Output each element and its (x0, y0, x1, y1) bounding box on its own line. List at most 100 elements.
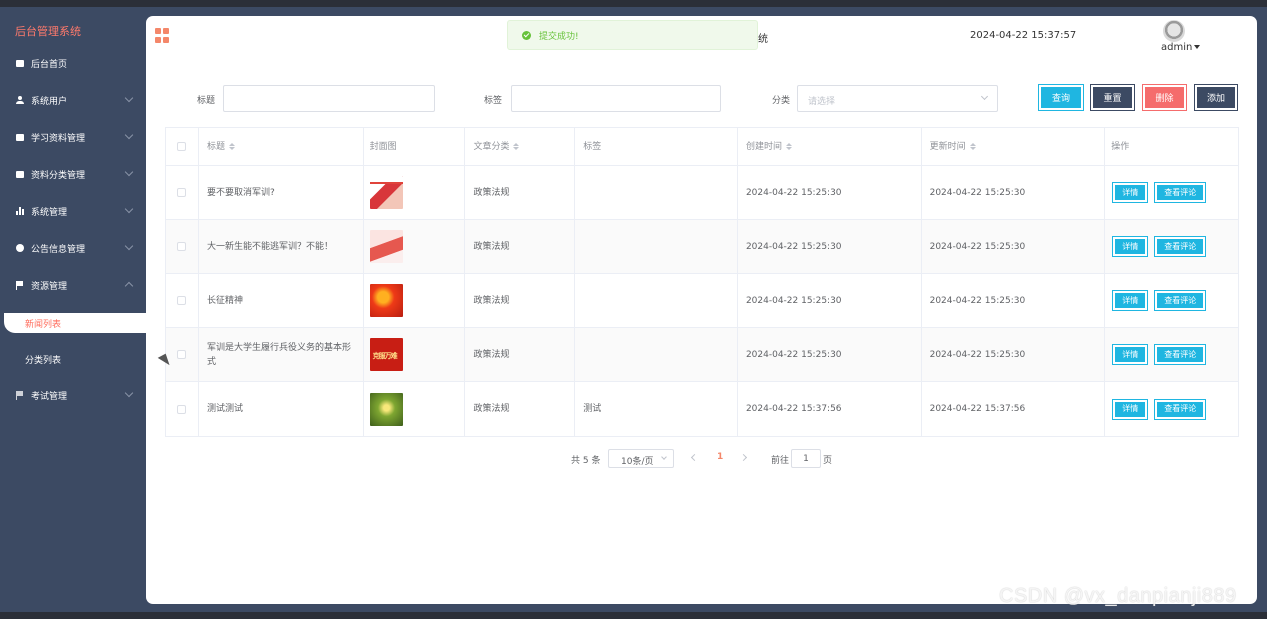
cell-cover (364, 220, 466, 273)
cell-title: 大一新生能不能逃军训？不能！ (199, 220, 364, 273)
row-checkbox[interactable] (177, 296, 187, 305)
row-checkbox-cell (166, 166, 199, 219)
column-header-label: 操作 (1111, 141, 1130, 152)
column-header-label: 标题 (206, 141, 225, 152)
column-header-label: 封面图 (369, 141, 397, 152)
tag-filter-input[interactable] (511, 85, 721, 112)
sort-icon[interactable] (969, 143, 976, 150)
cell-actions: 详情 查看评论 (1105, 166, 1238, 219)
category-select[interactable]: 请选择 (797, 85, 998, 112)
current-page[interactable]: 1 (717, 452, 723, 462)
sort-icon[interactable] (785, 143, 792, 150)
row-checkbox[interactable] (177, 350, 187, 359)
chevron-down-icon (124, 167, 134, 177)
cell-tag (575, 328, 738, 381)
row-checkbox-cell (166, 274, 199, 327)
select-all-checkbox[interactable] (177, 142, 187, 151)
cell-tag (575, 220, 738, 273)
row-checkbox[interactable] (177, 242, 187, 251)
sidebar-item-material-categories[interactable]: 资料分类管理 (7, 162, 146, 186)
cell-created: 2024-04-22 15:25:30 (738, 220, 922, 273)
cell-tag (575, 274, 738, 327)
next-page-icon[interactable] (739, 453, 748, 462)
view-comments-button[interactable]: 查看评论 (1155, 345, 1206, 364)
cell-cover (364, 382, 466, 436)
row-checkbox[interactable] (177, 188, 187, 197)
caret-down-icon (1194, 45, 1201, 49)
goto-page-input[interactable]: 1 (791, 449, 821, 468)
detail-button[interactable]: 详情 (1113, 237, 1148, 256)
category-select-placeholder: 请选择 (808, 97, 836, 107)
flag-icon (15, 390, 25, 400)
column-header-label: 创建时间 (745, 141, 782, 152)
query-button[interactable]: 查询 (1039, 85, 1083, 110)
main-panel: 提交成功! 统 2024-04-22 15:37:57 admin 标题 标签 … (146, 16, 1257, 604)
brand-title: 后台管理系统 (15, 25, 81, 38)
cover-image[interactable] (369, 230, 403, 263)
row-checkbox-cell (166, 328, 199, 381)
sidebar-item-study-materials[interactable]: 学习资料管理 (7, 125, 146, 149)
sidebar-item-system-management[interactable]: 系统管理 (7, 199, 146, 223)
sidebar-subitem-category-list[interactable]: 分类列表 (7, 349, 146, 369)
pagination: 共 5 条 10条/页 1 前往 1 页 (146, 449, 1257, 469)
view-comments-button[interactable]: 查看评论 (1155, 237, 1206, 256)
sort-icon[interactable] (228, 143, 235, 150)
row-checkbox-cell (166, 382, 199, 436)
header-checkbox-cell (166, 128, 199, 165)
sidebar: 后台管理系统 后台首页 系统用户 学习资料管理 资料分类管理 系统管理 公告信息… (4, 7, 147, 612)
cover-image[interactable] (369, 176, 403, 209)
reset-button[interactable]: 重置 (1091, 85, 1134, 110)
cell-created: 2024-04-22 15:25:30 (738, 166, 922, 219)
column-header-tag: 标签 (575, 128, 738, 165)
sidebar-item-home[interactable]: 后台首页 (7, 51, 146, 75)
cell-title: 要不要取消军训? (199, 166, 364, 219)
cell-updated: 2024-04-22 15:25:30 (922, 328, 1106, 381)
column-header-category[interactable]: 文章分类 (465, 128, 576, 165)
detail-button[interactable]: 详情 (1113, 291, 1148, 310)
header-title-fragment: 统 (758, 34, 768, 45)
detail-button[interactable]: 详情 (1113, 399, 1148, 419)
cell-created: 2024-04-22 15:37:56 (738, 382, 922, 436)
page-suffix-label: 页 (823, 456, 833, 466)
sidebar-item-exams[interactable]: 考试管理 (7, 383, 146, 407)
cell-actions: 详情 查看评论 (1105, 382, 1238, 436)
toast-message: 提交成功! (539, 31, 579, 42)
flag-icon (15, 280, 25, 290)
chevron-down-icon (124, 241, 134, 251)
detail-button[interactable]: 详情 (1113, 345, 1148, 364)
sidebar-item-system-users[interactable]: 系统用户 (7, 88, 146, 112)
avatar[interactable] (1163, 20, 1185, 42)
column-header-title[interactable]: 标题 (199, 128, 364, 165)
column-header-created[interactable]: 创建时间 (738, 128, 922, 165)
title-filter-label: 标题 (197, 96, 216, 106)
detail-button[interactable]: 详情 (1113, 183, 1148, 202)
cover-image[interactable] (369, 338, 403, 371)
sidebar-item-resources[interactable]: 资源管理 (7, 273, 146, 297)
row-checkbox-cell (166, 220, 199, 273)
cover-image[interactable] (369, 284, 403, 317)
table-row: 长征精神 政策法规 2024-04-22 15:25:30 2024-04-22… (166, 274, 1238, 328)
row-checkbox[interactable] (177, 404, 187, 414)
view-comments-button[interactable]: 查看评论 (1155, 183, 1206, 202)
prev-page-icon[interactable] (690, 453, 699, 462)
sidebar-item-announcements[interactable]: 公告信息管理 (7, 236, 146, 260)
title-filter-input[interactable] (223, 85, 435, 112)
view-comments-button[interactable]: 查看评论 (1155, 291, 1206, 310)
cell-tag (575, 166, 738, 219)
cell-actions: 详情 查看评论 (1105, 220, 1238, 273)
sort-icon[interactable] (513, 143, 520, 150)
sidebar-item-label: 公告信息管理 (31, 244, 86, 255)
delete-button[interactable]: 删除 (1143, 85, 1186, 110)
table-header-row: 标题 封面图 文章分类 标签 创建时间 更新时间 操作 (166, 128, 1238, 166)
view-comments-button[interactable]: 查看评论 (1155, 399, 1206, 419)
menu-grid-icon[interactable] (155, 28, 170, 43)
cover-image[interactable] (369, 392, 403, 426)
page-size-value: 10条/页 (621, 457, 654, 467)
sidebar-subitem-news-list[interactable]: 新闻列表 (4, 313, 147, 333)
sidebar-item-label: 考试管理 (31, 391, 68, 402)
user-menu[interactable]: admin (1161, 42, 1201, 53)
add-button[interactable]: 添加 (1195, 85, 1237, 110)
column-header-updated[interactable]: 更新时间 (922, 128, 1106, 165)
page-size-select[interactable]: 10条/页 (608, 449, 674, 468)
header-datetime: 2024-04-22 15:37:57 (970, 30, 1077, 41)
